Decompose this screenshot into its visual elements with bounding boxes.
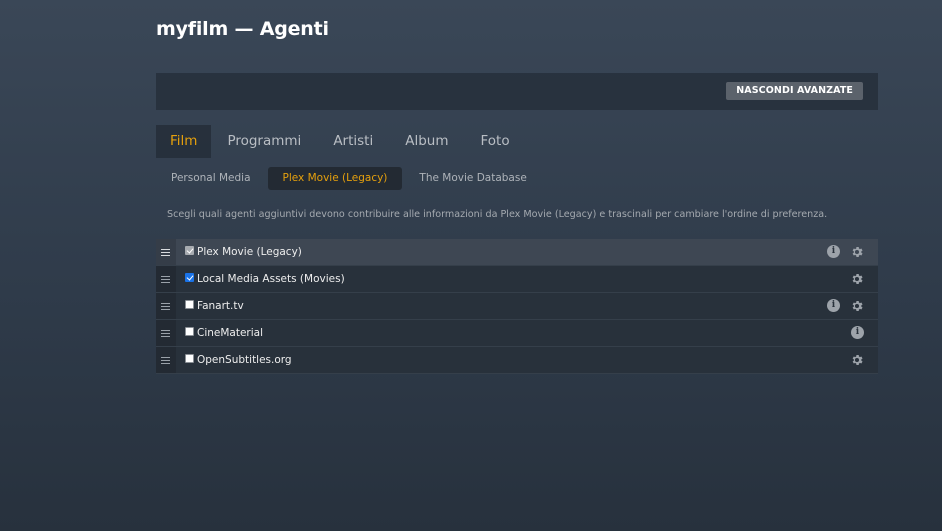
toolbar: NASCONDI AVANZATE (156, 73, 878, 110)
agent-name: Local Media Assets (Movies) (197, 273, 345, 285)
subtab-personal-media[interactable]: Personal Media (156, 167, 266, 190)
agent-checkbox-fanart-tv[interactable] (185, 300, 194, 309)
subtab-plex-movie-legacy[interactable]: Plex Movie (Legacy) (267, 167, 403, 190)
tab-artisti[interactable]: Artisti (317, 125, 389, 158)
drag-handle-icon[interactable] (156, 347, 176, 373)
tab-programmi[interactable]: Programmi (211, 125, 317, 158)
agent-sub-tabs: Personal Media Plex Movie (Legacy) The M… (156, 167, 542, 190)
tab-foto[interactable]: Foto (465, 125, 526, 158)
agent-name: CineMaterial (197, 327, 264, 339)
agent-checkbox-cinematerial[interactable] (185, 327, 194, 336)
drag-handle-icon[interactable] (156, 239, 176, 265)
agent-row-opensubtitles[interactable]: OpenSubtitles.org (156, 347, 878, 374)
agent-checkbox-plex-movie-legacy[interactable] (185, 246, 194, 255)
agent-checkbox-opensubtitles[interactable] (185, 354, 194, 363)
subtab-the-movie-database[interactable]: The Movie Database (404, 167, 541, 190)
hide-advanced-button[interactable]: NASCONDI AVANZATE (726, 82, 863, 100)
drag-handle-icon[interactable] (156, 293, 176, 319)
agent-row-fanart-tv[interactable]: Fanart.tv i (156, 293, 878, 320)
agent-row-cinematerial[interactable]: CineMaterial i (156, 320, 878, 347)
agent-checkbox-local-media-assets[interactable] (185, 273, 194, 282)
gear-icon[interactable] (850, 245, 864, 259)
drag-handle-icon[interactable] (156, 320, 176, 346)
main-tabs: Film Programmi Artisti Album Foto (156, 125, 526, 158)
page-title: myfilm — Agenti (156, 18, 329, 40)
agent-name: Plex Movie (Legacy) (197, 246, 302, 258)
tab-album[interactable]: Album (389, 125, 464, 158)
info-icon[interactable]: i (827, 245, 840, 258)
drag-handle-icon[interactable] (156, 266, 176, 292)
agent-row-plex-movie-legacy[interactable]: Plex Movie (Legacy) i (156, 239, 878, 266)
gear-icon[interactable] (850, 299, 864, 313)
gear-icon[interactable] (850, 272, 864, 286)
agent-row-local-media-assets[interactable]: Local Media Assets (Movies) (156, 266, 878, 293)
gear-icon[interactable] (850, 353, 864, 367)
agent-name: Fanart.tv (197, 300, 244, 312)
agents-description: Scegli quali agenti aggiuntivi devono co… (167, 209, 828, 220)
tab-film[interactable]: Film (156, 125, 212, 158)
info-icon[interactable]: i (851, 326, 864, 339)
agent-name: OpenSubtitles.org (197, 354, 292, 366)
info-icon[interactable]: i (827, 299, 840, 312)
agent-list: Plex Movie (Legacy) i Local Media Assets… (156, 239, 878, 374)
